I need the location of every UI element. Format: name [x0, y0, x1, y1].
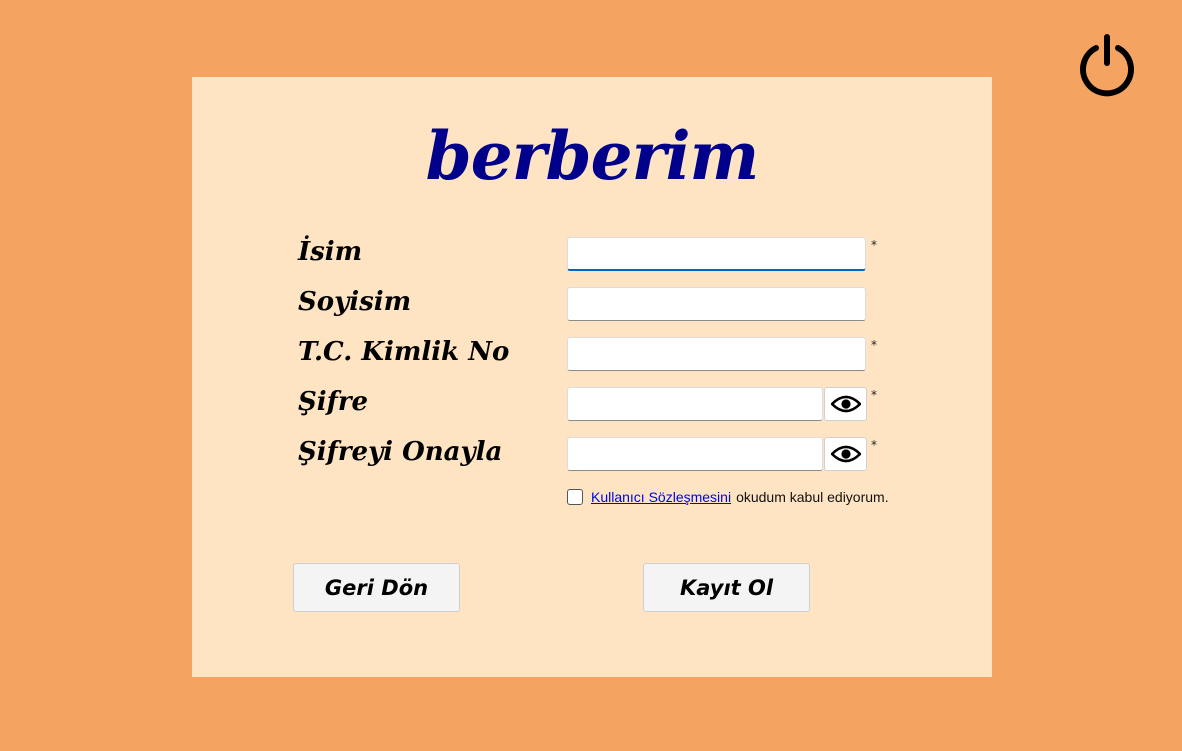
name-input[interactable]: [567, 237, 866, 271]
back-button[interactable]: Geri Dön: [293, 563, 460, 612]
power-icon: [1080, 34, 1134, 97]
register-panel: berberim İsim * Soyisim T.C. Kimlik No *…: [192, 77, 992, 677]
surname-label: Soyisim: [298, 287, 412, 317]
agreement-checkbox[interactable]: [567, 489, 583, 505]
app-logo: berberim: [425, 117, 760, 195]
tc-id-label: T.C. Kimlik No: [298, 337, 510, 367]
eye-icon: [830, 445, 861, 463]
password-input[interactable]: [567, 387, 823, 421]
tc-id-required-mark: *: [871, 338, 877, 352]
name-required-mark: *: [871, 238, 877, 252]
user-agreement-link[interactable]: Kullanıcı Sözleşmesini: [591, 489, 731, 505]
eye-icon: [830, 395, 861, 413]
confirm-password-input[interactable]: [567, 437, 823, 471]
confirm-password-label: Şifreyi Onayla: [298, 437, 503, 467]
confirm-password-required-mark: *: [871, 438, 877, 452]
power-button[interactable]: [1074, 32, 1140, 98]
password-label: Şifre: [298, 387, 369, 417]
agreement-row: Kullanıcı Sözleşmesini okudum kabul ediy…: [567, 489, 889, 505]
surname-input[interactable]: [567, 287, 866, 321]
password-required-mark: *: [871, 388, 877, 402]
register-button[interactable]: Kayıt Ol: [643, 563, 810, 612]
tc-id-input[interactable]: [567, 337, 866, 371]
name-label: İsim: [298, 237, 363, 267]
password-visibility-toggle[interactable]: [824, 387, 867, 421]
agreement-text: okudum kabul ediyorum.: [736, 489, 889, 505]
confirm-password-visibility-toggle[interactable]: [824, 437, 867, 471]
